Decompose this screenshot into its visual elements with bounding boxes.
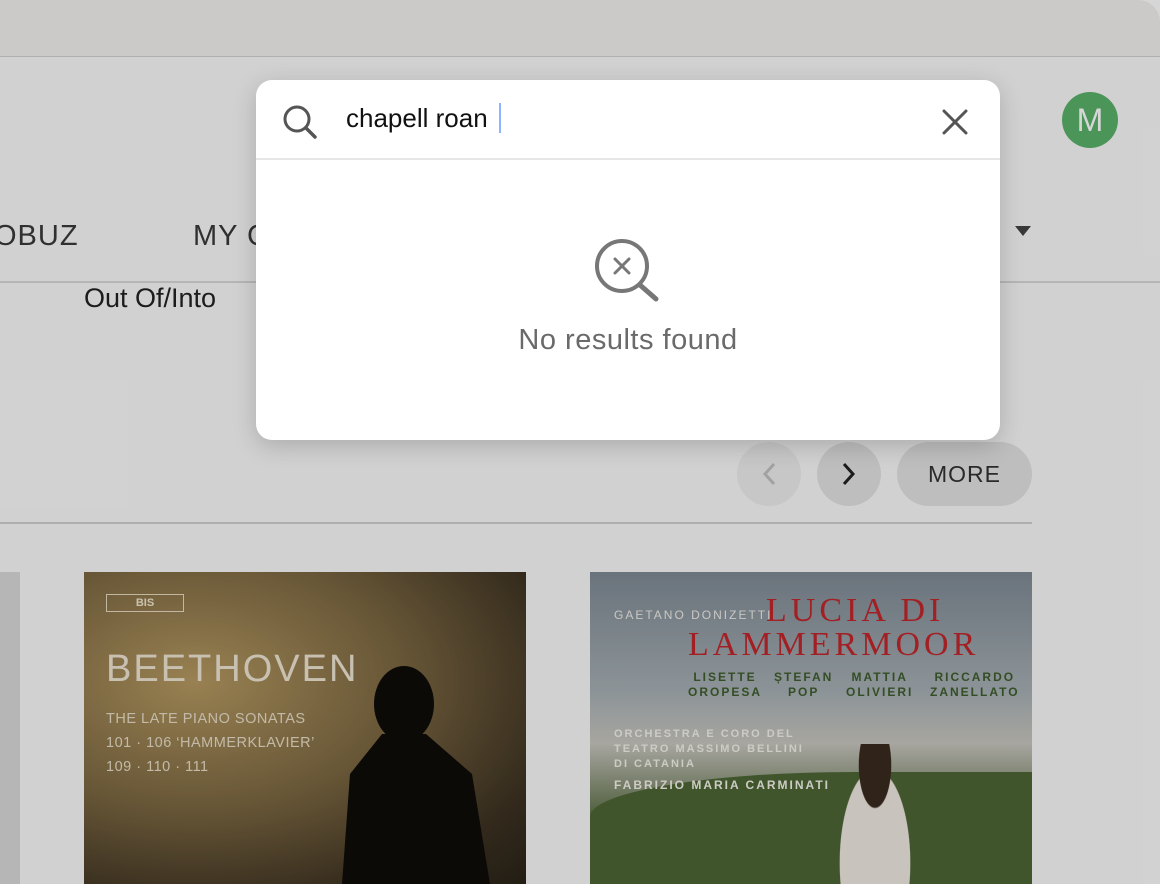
search-icon	[283, 105, 317, 139]
text-cursor	[499, 103, 501, 133]
search-bar	[256, 80, 1000, 160]
close-icon[interactable]	[940, 107, 970, 137]
no-results-message: No results found	[518, 324, 738, 356]
search-input[interactable]	[346, 98, 906, 138]
search-modal: No results found	[256, 80, 1000, 440]
search-x-icon	[595, 239, 659, 302]
